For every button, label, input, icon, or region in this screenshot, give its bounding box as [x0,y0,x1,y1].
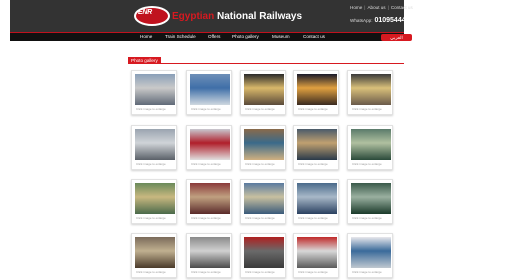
top-link-contact[interactable]: Contact us [391,5,413,10]
train-photo[interactable] [190,74,230,105]
whatsapp-contact: WhatsApp: 01095444407 [350,17,417,24]
train-photo[interactable] [135,74,175,105]
logo-text: ENR [138,9,152,16]
train-photo[interactable] [244,74,284,105]
brand-title: Egyptian National Railways [172,11,302,22]
thumbnail-caption: Click image to enlarge [352,162,382,166]
whatsapp-number[interactable]: 01095444407 [374,17,417,24]
language-button[interactable]: العربي [381,34,412,41]
thumbnail-caption: Click image to enlarge [245,107,275,111]
top-link-separator: | [387,5,389,10]
thumbnail-caption: Click image to enlarge [191,162,221,166]
train-photo[interactable] [135,183,175,214]
thumbnail-caption: Click image to enlarge [191,270,221,274]
main-nav: Home Train Schedule Offers Photo gallery… [10,32,412,41]
nav-item-train-schedule[interactable]: Train Schedule [165,34,196,39]
thumbnail-caption: Click image to enlarge [245,216,275,220]
train-photo[interactable] [297,129,337,160]
thumbnail-caption: Click image to enlarge [298,107,328,111]
train-photo[interactable] [190,183,230,214]
train-photo[interactable] [244,129,284,160]
nav-item-museum[interactable]: Museum [272,34,290,39]
nav-item-photo-gallery[interactable]: Photo gallery [232,34,259,39]
gallery-thumbnail[interactable]: Click image to enlarge [186,125,232,170]
gallery-thumbnail[interactable]: Click image to enlarge [293,70,339,115]
train-photo[interactable] [351,74,391,105]
train-photo[interactable] [297,183,337,214]
gallery-thumbnail[interactable]: Click image to enlarge [240,70,286,115]
top-link-about[interactable]: About us [367,5,385,10]
gallery-thumbnail[interactable]: Click image to enlarge [240,233,286,278]
thumbnail-caption: Click image to enlarge [245,162,275,166]
train-photo[interactable] [190,237,230,268]
train-photo[interactable] [244,183,284,214]
train-photo[interactable] [297,237,337,268]
train-photo[interactable] [351,183,391,214]
thumbnail-caption: Click image to enlarge [191,107,221,111]
gallery-thumbnail[interactable]: Click image to enlarge [293,233,339,278]
top-link-home[interactable]: Home [350,5,362,10]
gallery-thumbnail[interactable]: Click image to enlarge [240,125,286,170]
train-photo[interactable] [297,74,337,105]
gallery-thumbnail[interactable]: Click image to enlarge [347,233,393,278]
gallery-thumbnail[interactable]: Click image to enlarge [131,179,177,224]
gallery-thumbnail[interactable]: Click image to enlarge [293,125,339,170]
gallery-thumbnail[interactable]: Click image to enlarge [186,179,232,224]
top-link-separator: | [364,5,366,10]
gallery-thumbnail[interactable]: Click image to enlarge [347,125,393,170]
thumbnail-caption: Click image to enlarge [136,216,166,220]
thumbnail-caption: Click image to enlarge [245,270,275,274]
nav-item-contact[interactable]: Contact us [303,34,325,39]
top-links: Home | About us | Contact us [350,5,413,10]
whatsapp-label: WhatsApp: [350,18,373,23]
gallery-title-underline [128,63,404,64]
thumbnail-caption: Click image to enlarge [352,216,382,220]
train-photo[interactable] [190,129,230,160]
thumbnail-caption: Click image to enlarge [352,270,382,274]
gallery-thumbnail[interactable]: Click image to enlarge [293,179,339,224]
thumbnail-caption: Click image to enlarge [191,216,221,220]
train-photo[interactable] [351,129,391,160]
gallery-thumbnail[interactable]: Click image to enlarge [186,233,232,278]
gallery-thumbnail[interactable]: Click image to enlarge [131,233,177,278]
thumbnail-caption: Click image to enlarge [298,216,328,220]
gallery-thumbnail[interactable]: Click image to enlarge [131,70,177,115]
thumbnail-caption: Click image to enlarge [352,107,382,111]
train-photo[interactable] [135,237,175,268]
train-photo[interactable] [244,237,284,268]
brand-title-red: Egyptian [172,11,215,22]
gallery-thumbnail[interactable]: Click image to enlarge [186,70,232,115]
nav-item-home[interactable]: Home [140,34,152,39]
thumbnail-caption: Click image to enlarge [298,162,328,166]
nav-item-offers[interactable]: Offers [208,34,220,39]
gallery-thumbnail[interactable]: Click image to enlarge [131,125,177,170]
thumbnail-caption: Click image to enlarge [136,162,166,166]
gallery-thumbnail[interactable]: Click image to enlarge [240,179,286,224]
thumbnail-caption: Click image to enlarge [136,107,166,111]
thumbnail-caption: Click image to enlarge [298,270,328,274]
brand-title-white: National Railways [214,11,303,22]
train-photo[interactable] [135,129,175,160]
gallery-thumbnail[interactable]: Click image to enlarge [347,179,393,224]
gallery-thumbnail[interactable]: Click image to enlarge [347,70,393,115]
site-header: ENR Egyptian National Railways Home | Ab… [10,0,417,32]
train-photo[interactable] [351,237,391,268]
thumbnail-caption: Click image to enlarge [136,270,166,274]
